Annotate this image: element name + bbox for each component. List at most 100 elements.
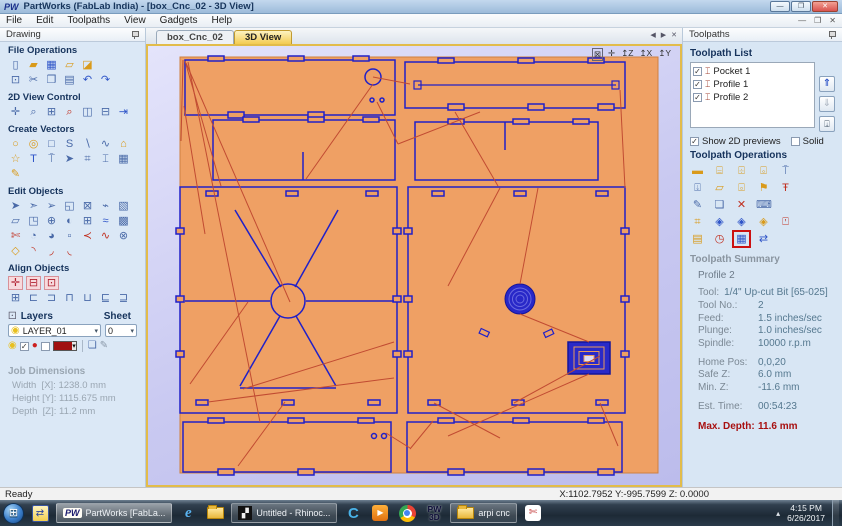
iso-view-icon[interactable]: ⊠: [591, 48, 603, 61]
smooth-icon[interactable]: ∿: [98, 229, 113, 243]
export-file-icon[interactable]: ◪: [80, 58, 95, 72]
rectangle-icon[interactable]: □: [44, 137, 59, 151]
open-file-icon[interactable]: ▰: [26, 58, 41, 72]
chrome-icon[interactable]: [396, 503, 418, 523]
prism-carve-icon[interactable]: ⍗: [690, 181, 705, 195]
solid-toggle[interactable]: Solid: [790, 136, 824, 147]
dimension-icon[interactable]: ⌶: [98, 152, 113, 166]
align-center-icon[interactable]: ⊞: [8, 291, 23, 305]
show-desktop-button[interactable]: [832, 500, 839, 526]
taskbar-clock[interactable]: 4:15 PM 6/26/2017: [787, 503, 825, 523]
overlap-icon[interactable]: ▫: [62, 229, 77, 243]
mirror-icon[interactable]: ◐: [62, 214, 77, 228]
zoom-selected-icon[interactable]: ⌕: [62, 105, 77, 119]
taskbar-partworks-button[interactable]: PW PartWorks [FabLa...: [56, 503, 173, 523]
transform-icon[interactable]: ➢: [44, 199, 59, 213]
undo-icon[interactable]: ↶: [80, 73, 95, 87]
menu-view[interactable]: View: [124, 15, 146, 26]
import-file-icon[interactable]: ▱: [62, 58, 77, 72]
center-align-icon[interactable]: ✛: [8, 276, 23, 290]
estimate-time-icon[interactable]: ◷: [712, 232, 727, 246]
pin-icon[interactable]: [828, 30, 836, 39]
layer-merge-icon[interactable]: ✎: [100, 341, 108, 351]
explode-icon[interactable]: ⊗: [116, 229, 131, 243]
node-edit-icon[interactable]: ➣: [26, 199, 41, 213]
taskbar-arpi-cnc-button[interactable]: arpi cnc: [450, 503, 517, 523]
fillet-icon[interactable]: ⌁: [98, 199, 113, 213]
x-view-icon[interactable]: ↥X: [638, 48, 653, 61]
layer-select[interactable]: ◉ LAYER_01 ▾: [8, 324, 101, 337]
drill-peck-icon[interactable]: ⚑: [756, 181, 771, 195]
zoom-extents-icon[interactable]: ◫: [80, 105, 95, 119]
yellow-app-icon[interactable]: ⇄: [29, 503, 51, 523]
trim-icon[interactable]: ✄: [8, 229, 23, 243]
preview-all-icon[interactable]: ◈: [734, 215, 749, 229]
sheet-select[interactable]: 0 ▾: [105, 324, 137, 337]
tab-close-icon[interactable]: ✕: [671, 31, 677, 39]
polygon-icon[interactable]: ⌂: [116, 137, 131, 151]
close-button[interactable]: ✕: [812, 1, 838, 12]
save-toolpath-icon[interactable]: ▦: [732, 230, 751, 248]
cut-icon[interactable]: ✂: [26, 73, 41, 87]
toolpath-profile-2[interactable]: ✓ ⌶ Profile 2: [693, 91, 812, 104]
arc-icon[interactable]: ◝: [26, 244, 41, 258]
layer-visible-checkbox[interactable]: ✓: [19, 341, 29, 351]
fluting-toolpath-icon[interactable]: ⌻: [734, 181, 749, 195]
start-button[interactable]: ⊞: [3, 502, 24, 524]
space-v-icon[interactable]: ⊒: [116, 291, 131, 305]
v-center-align-icon[interactable]: ⊡: [44, 276, 59, 290]
tray-expand-icon[interactable]: ▴: [776, 509, 780, 518]
blue-c-app-icon[interactable]: C: [342, 503, 364, 523]
pocket-toolpath-icon[interactable]: ⌸: [712, 164, 727, 178]
toolpath-checkbox[interactable]: ✓: [693, 67, 702, 76]
taskbar-rhino-button[interactable]: ▞ Untitled - Rhinoc...: [231, 503, 338, 523]
select-text-icon[interactable]: ➤: [62, 152, 77, 166]
moulding-toolpath-icon[interactable]: ▱: [712, 181, 727, 195]
text-box-icon[interactable]: ⍑: [44, 152, 59, 166]
duplicate-toolpath-icon[interactable]: ❏: [712, 198, 727, 212]
menu-edit[interactable]: Edit: [36, 15, 53, 26]
axes-3d-icon[interactable]: ✛: [607, 48, 616, 61]
toolpath-checkbox[interactable]: ✓: [693, 93, 702, 102]
transform-text-icon[interactable]: ⌗: [80, 152, 95, 166]
preview-selected-icon[interactable]: ◈: [756, 215, 771, 229]
vcarve-toolpath-icon[interactable]: ⍑: [778, 164, 793, 178]
subtract-icon[interactable]: ◕: [44, 229, 59, 243]
solid-checkbox[interactable]: [790, 137, 800, 146]
distort-icon[interactable]: ▧: [116, 199, 131, 213]
toolpath-checkbox[interactable]: ✓: [693, 80, 702, 89]
tab-next-icon[interactable]: ▶: [661, 31, 666, 39]
save-file-icon[interactable]: ▦: [44, 58, 59, 72]
align-bottom-icon[interactable]: ⊔: [80, 291, 95, 305]
merge-toolpaths-icon[interactable]: ⌗: [690, 215, 705, 229]
transfer-toolpath-icon[interactable]: ⇄: [756, 232, 771, 246]
layer-lock-checkbox[interactable]: [40, 341, 50, 351]
minimize-button[interactable]: —: [770, 1, 790, 12]
new-file-icon[interactable]: ▯: [8, 58, 23, 72]
resize-list-button[interactable]: ⍗: [819, 116, 835, 132]
preview-toolpath-icon[interactable]: ◈: [712, 215, 727, 229]
select-all-icon[interactable]: ⊡: [8, 73, 23, 87]
mdi-close-button[interactable]: ✕: [829, 16, 836, 25]
move-down-button[interactable]: ⇓: [819, 96, 835, 112]
media-player-icon[interactable]: ▶: [369, 503, 391, 523]
paste-icon[interactable]: ▤: [62, 73, 77, 87]
circle-icon[interactable]: ○: [8, 137, 23, 151]
zoom-width-icon[interactable]: ⊟: [98, 105, 113, 119]
scale-icon[interactable]: ◳: [26, 214, 41, 228]
grid-icon[interactable]: ▦: [116, 152, 131, 166]
inlay-toolpath-icon[interactable]: ⌺: [756, 164, 771, 178]
zoom-in-icon[interactable]: ⌕: [26, 105, 41, 119]
corner-icon[interactable]: ◞: [44, 244, 59, 258]
layer-visible-icon[interactable]: ◉: [8, 341, 17, 351]
mdi-restore-button[interactable]: ❐: [814, 16, 821, 25]
freehand-icon[interactable]: ✎: [8, 167, 23, 181]
drill-toolpath-icon[interactable]: ⌹: [734, 164, 749, 178]
toolpath-pocket-1[interactable]: ✓ ⌶ Pocket 1: [693, 65, 812, 78]
layer-color-swatch[interactable]: ▾: [52, 341, 77, 351]
polygon-edit-icon[interactable]: ◇: [8, 244, 23, 258]
mdi-minimize-button[interactable]: —: [798, 16, 806, 25]
menu-help[interactable]: Help: [211, 15, 232, 26]
h-center-align-icon[interactable]: ⊟: [26, 276, 41, 290]
layer-lock-icon[interactable]: ●: [32, 341, 38, 351]
